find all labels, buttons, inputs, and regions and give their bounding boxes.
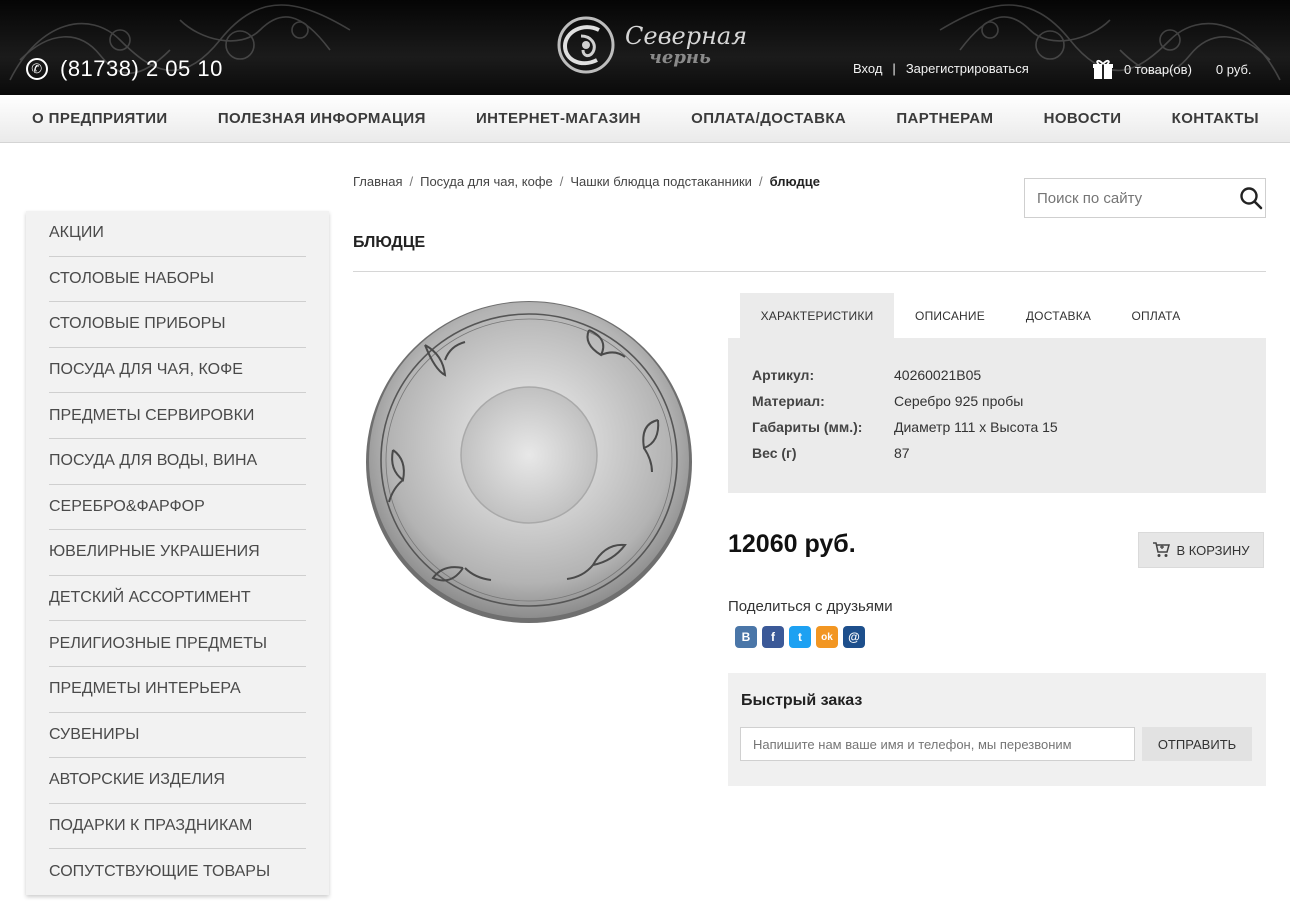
breadcrumb-category[interactable]: Посуда для чая, кофе	[420, 174, 553, 189]
page-title: БЛЮДЦЕ	[353, 234, 426, 251]
sidebar-item-kids[interactable]: ДЕТСКИЙ АССОРТИМЕНТ	[49, 576, 306, 622]
sidebar-item-table-sets[interactable]: СТОЛОВЫЕ НАБОРЫ	[49, 257, 306, 303]
spec-row-weight: Вес (г) 87	[752, 440, 1058, 466]
auth-separator: |	[892, 61, 896, 76]
sidebar-item-related[interactable]: СОПУТСТВУЮЩИЕ ТОВАРЫ	[49, 849, 306, 895]
nav-item-news[interactable]: НОВОСТИ	[1044, 110, 1122, 127]
spec-value: Серебро 925 пробы	[894, 393, 1024, 409]
sidebar-item-serving[interactable]: ПРЕДМЕТЫ СЕРВИРОВКИ	[49, 393, 306, 439]
spec-value: Диаметр 111 х Высота 15	[894, 419, 1058, 435]
logo-emblem-icon	[557, 16, 615, 74]
spec-row-material: Материал: Серебро 925 пробы	[752, 388, 1058, 414]
share-label: Поделиться с друзьями	[728, 598, 893, 615]
cart-total: 0 руб.	[1215, 61, 1252, 77]
breadcrumb-separator: /	[758, 174, 763, 189]
register-link[interactable]: Зарегистрироваться	[906, 61, 1029, 76]
sidebar-item-water-wine[interactable]: ПОСУДА ДЛЯ ВОДЫ, ВИНА	[49, 439, 306, 485]
spec-row-article: Артикул: 40260021B05	[752, 362, 1058, 388]
category-sidebar: АКЦИИ СТОЛОВЫЕ НАБОРЫ СТОЛОВЫЕ ПРИБОРЫ П…	[26, 211, 329, 895]
search-icon[interactable]	[1236, 179, 1265, 217]
cart-count: 0 товар(ов)	[1124, 61, 1192, 77]
spec-value: 87	[894, 445, 910, 461]
vk-icon[interactable]: B	[735, 626, 757, 648]
mailru-icon[interactable]: @	[843, 626, 865, 648]
nav-item-partners[interactable]: ПАРТНЕРАМ	[896, 110, 993, 127]
title-divider	[353, 271, 1266, 272]
header-phone[interactable]: ✆ (81738) 2 05 10	[26, 56, 223, 82]
logo-text: Северная чернь	[625, 23, 747, 67]
tab-description[interactable]: ОПИСАНИЕ	[894, 293, 1006, 338]
search-input[interactable]	[1025, 179, 1236, 217]
login-link[interactable]: Вход	[853, 61, 882, 76]
nav-item-shop[interactable]: ИНТЕРНЕТ-МАГАЗИН	[476, 110, 641, 127]
quick-order-panel: Быстрый заказ ОТПРАВИТЬ	[728, 673, 1266, 786]
nav-item-contacts[interactable]: КОНТАКТЫ	[1172, 110, 1259, 127]
tab-characteristics[interactable]: ХАРАКТЕРИСТИКИ	[740, 293, 894, 338]
specs-panel: Артикул: 40260021B05 Материал: Серебро 9…	[728, 338, 1266, 493]
sidebar-item-souvenirs[interactable]: СУВЕНИРЫ	[49, 713, 306, 759]
phone-number: (81738) 2 05 10	[60, 56, 223, 81]
product-image[interactable]	[353, 290, 705, 640]
breadcrumb-current: блюдце	[769, 174, 820, 189]
logo-subtitle: чернь	[649, 47, 711, 68]
site-header: ✆ (81738) 2 05 10 Северная чернь Вход | …	[0, 0, 1290, 95]
twitter-icon[interactable]: t	[789, 626, 811, 648]
product-price: 12060 руб.	[728, 530, 856, 558]
sidebar-item-religious[interactable]: РЕЛИГИОЗНЫЕ ПРЕДМЕТЫ	[49, 621, 306, 667]
site-logo[interactable]: Северная чернь	[553, 14, 747, 76]
add-to-cart-button[interactable]: В КОРЗИНУ	[1138, 532, 1264, 568]
sidebar-item-tea-coffee[interactable]: ПОСУДА ДЛЯ ЧАЯ, КОФЕ	[49, 348, 306, 394]
nav-item-about[interactable]: О ПРЕДПРИЯТИИ	[32, 110, 168, 127]
spec-key: Габариты (мм.):	[752, 419, 863, 435]
sidebar-item-cutlery[interactable]: СТОЛОВЫЕ ПРИБОРЫ	[49, 302, 306, 348]
odnoklassniki-icon[interactable]: ok	[816, 626, 838, 648]
add-to-cart-label: В КОРЗИНУ	[1176, 542, 1250, 558]
sidebar-item-author[interactable]: АВТОРСКИЕ ИЗДЕЛИЯ	[49, 758, 306, 804]
breadcrumb-home[interactable]: Главная	[353, 174, 402, 189]
facebook-icon[interactable]: f	[762, 626, 784, 648]
spec-value: 40260021B05	[894, 367, 982, 383]
cart-icon	[1153, 542, 1171, 557]
sidebar-item-promotions[interactable]: АКЦИИ	[49, 211, 306, 257]
specs-table: Артикул: 40260021B05 Материал: Серебро 9…	[752, 362, 1058, 466]
sidebar-item-silver-porcelain[interactable]: СЕРЕБРО&ФАРФОР	[49, 485, 306, 531]
header-cart[interactable]: 0 товар(ов) 0 руб.	[1092, 58, 1252, 80]
nav-item-payment-delivery[interactable]: ОПЛАТА/ДОСТАВКА	[691, 110, 846, 127]
ornament-decoration	[939, 4, 1281, 81]
spec-key: Вес (г)	[752, 445, 797, 461]
main-navigation: О ПРЕДПРИЯТИИ ПОЛЕЗНАЯ ИНФОРМАЦИЯ ИНТЕРН…	[0, 95, 1290, 143]
spec-key: Материал:	[752, 393, 825, 409]
tab-payment[interactable]: ОПЛАТА	[1111, 293, 1201, 338]
spec-row-dimensions: Габариты (мм.): Диаметр 111 х Высота 15	[752, 414, 1058, 440]
gift-icon	[1093, 59, 1113, 79]
product-tabs: ХАРАКТЕРИСТИКИ ОПИСАНИЕ ДОСТАВКА ОПЛАТА	[728, 293, 1266, 338]
phone-icon: ✆	[26, 58, 48, 80]
logo-title: Северная	[625, 22, 748, 50]
auth-links: Вход | Зарегистрироваться	[853, 61, 1029, 76]
quick-order-submit-button[interactable]: ОТПРАВИТЬ	[1142, 727, 1252, 761]
quick-order-title: Быстрый заказ	[741, 692, 863, 709]
site-search	[1024, 178, 1266, 218]
breadcrumb: Главная / Посуда для чая, кофе / Чашки б…	[353, 174, 820, 189]
breadcrumb-separator: /	[409, 174, 414, 189]
spec-key: Артикул:	[752, 367, 815, 383]
nav-item-useful-info[interactable]: ПОЛЕЗНАЯ ИНФОРМАЦИЯ	[218, 110, 426, 127]
share-buttons: B f t ok @	[735, 626, 865, 648]
quick-order-contact-input[interactable]	[740, 727, 1135, 761]
sidebar-item-gifts[interactable]: ПОДАРКИ К ПРАЗДНИКАМ	[49, 804, 306, 850]
breadcrumb-separator: /	[559, 174, 564, 189]
sidebar-item-jewelry[interactable]: ЮВЕЛИРНЫЕ УКРАШЕНИЯ	[49, 530, 306, 576]
breadcrumb-subcategory[interactable]: Чашки блюдца подстаканники	[570, 174, 752, 189]
tab-delivery[interactable]: ДОСТАВКА	[1006, 293, 1111, 338]
sidebar-item-interior[interactable]: ПРЕДМЕТЫ ИНТЕРЬЕРА	[49, 667, 306, 713]
